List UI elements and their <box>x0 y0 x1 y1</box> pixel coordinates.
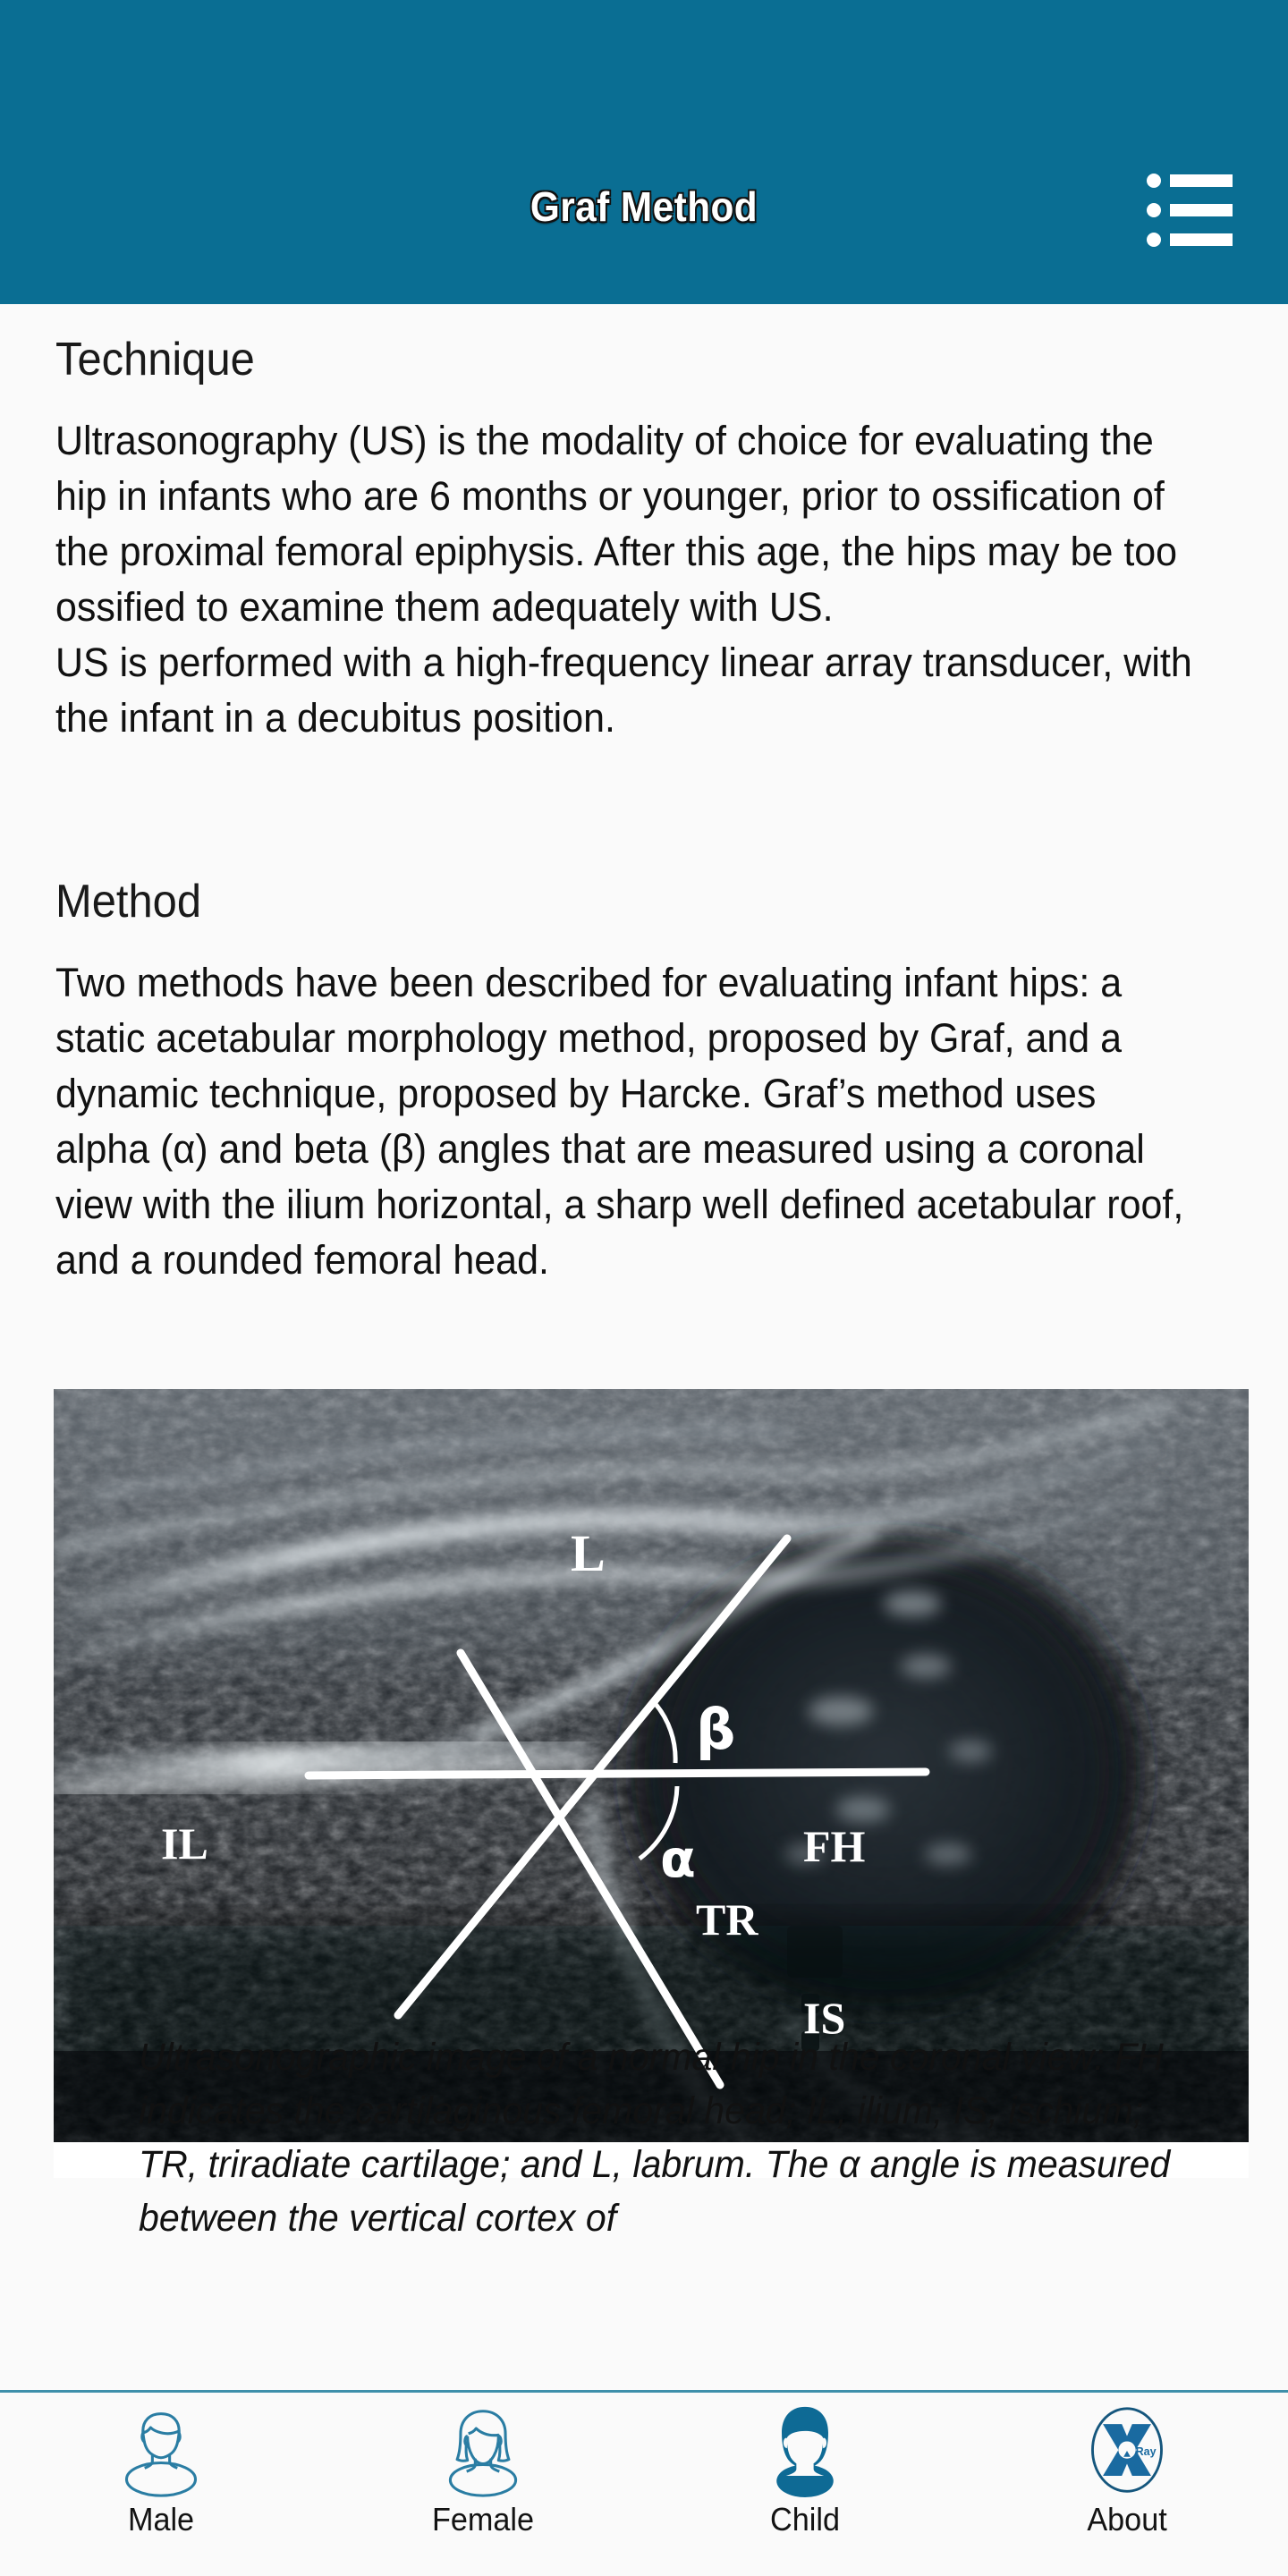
female-person-icon <box>448 2410 518 2497</box>
nav-item-child[interactable]: Child <box>644 2393 966 2576</box>
app-header: Graf Method <box>0 0 1288 304</box>
ultrasound-hip-coronal-view: L β α IL FH TR IS <box>54 1389 1249 2142</box>
nav-item-male[interactable]: Male <box>0 2393 322 2576</box>
section-heading-technique: Technique <box>55 334 255 386</box>
menu-row <box>1147 174 1233 188</box>
menu-row <box>1147 203 1233 217</box>
annotation-alpha: α <box>660 1828 696 1889</box>
menu-dash-icon <box>1170 233 1233 246</box>
annotation-triradiate: TR <box>696 1894 758 1945</box>
menu-dash-icon <box>1170 204 1233 216</box>
section-body-method: Two methods have been described for eval… <box>55 960 1184 1283</box>
male-person-icon <box>124 2412 198 2497</box>
ultrasound-graphic: L β α IL FH TR IS <box>54 1389 1249 2142</box>
article-content[interactable]: Technique Ultrasonography (US) is the mo… <box>0 304 1288 2390</box>
menu-bullet-icon <box>1147 203 1161 217</box>
page-title: Graf Method <box>530 183 758 230</box>
nav-label-male: Male <box>127 2501 195 2538</box>
child-person-icon <box>776 2406 834 2498</box>
section-heading-method: Method <box>55 876 202 928</box>
annotation-labrum: L <box>571 1524 606 1582</box>
nav-item-about[interactable]: Ray About <box>966 2393 1288 2576</box>
menu-row <box>1147 233 1233 247</box>
figure-caption: Ultrasonographic image of a normal hip i… <box>139 2036 1171 2240</box>
annotation-beta: β <box>696 1697 735 1762</box>
annotation-femoral-head: FH <box>803 1821 866 1871</box>
nav-label-female: Female <box>431 2501 535 2538</box>
nav-item-female[interactable]: Female <box>322 2393 644 2576</box>
nav-label-child: Child <box>770 2501 840 2538</box>
nav-label-about: About <box>1087 2501 1167 2538</box>
bottom-navigation-bar: Male Female Child Ray About <box>0 2390 1288 2576</box>
section-body-technique: Ultrasonography (US) is the modality of … <box>55 418 1192 741</box>
svg-text:Ray: Ray <box>1136 2445 1157 2458</box>
xray-logo-icon: Ray <box>1091 2407 1163 2493</box>
menu-dash-icon <box>1170 174 1233 187</box>
annotation-ilium: IL <box>161 1818 208 1868</box>
list-menu-icon[interactable] <box>1147 172 1233 249</box>
menu-bullet-icon <box>1147 233 1161 247</box>
app-root: Graf Method Technique Ultrasonography (U… <box>0 0 1288 2576</box>
menu-bullet-icon <box>1147 174 1161 188</box>
